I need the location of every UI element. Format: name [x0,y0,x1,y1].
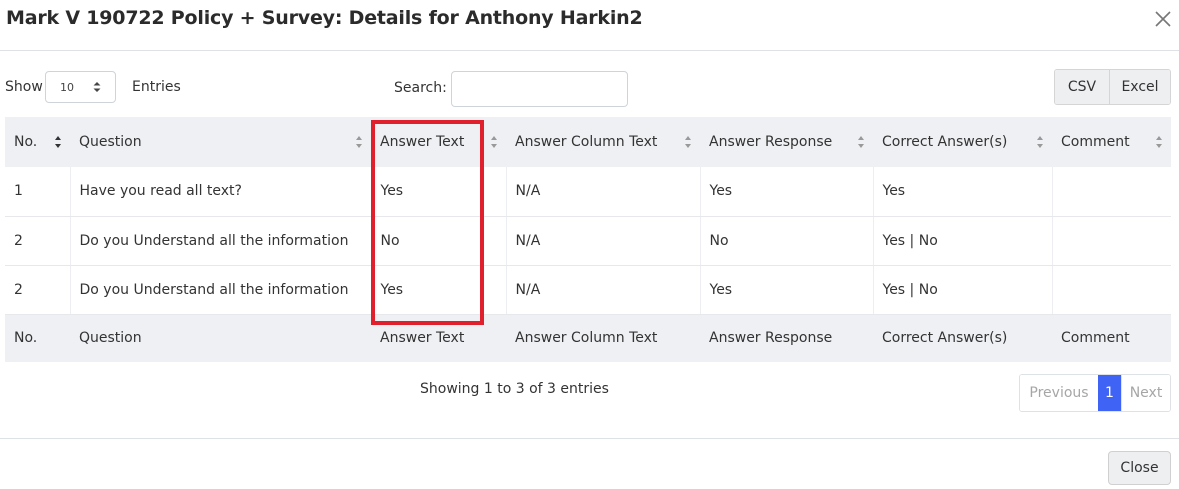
cell-answer-column-text: N/A [506,216,701,266]
table-footer-row: No. Question Answer Text Answer Column T… [5,314,1171,362]
footer-label-answer-column-text: Answer Column Text [506,314,700,362]
modal-footer-divider [0,438,1179,439]
sort-icon [491,136,497,148]
cell-no: 2 [5,265,71,315]
column-header-correct-answers[interactable]: Correct Answer(s) [873,117,1052,167]
footer-label-answer-text: Answer Text [371,314,506,362]
cell-correct-answers: Yes | No [873,216,1053,266]
table-row: 2 Do you Understand all the information … [5,265,1171,315]
sort-icon [858,136,864,148]
close-icon[interactable] [1152,8,1174,30]
cell-question: Have you read all text? [70,167,372,217]
footer-label-comment: Comment [1052,314,1171,362]
footer-label-no: No. [5,314,70,362]
table-header-row: No. Question Answer Text Answer Column T… [5,117,1171,167]
pagination: Previous 1 Next [1019,374,1171,412]
next-page-button[interactable]: Next [1121,375,1170,411]
cell-answer-response: Yes [700,265,874,315]
select-arrows-icon [93,82,101,92]
column-header-no[interactable]: No. [5,117,70,167]
modal-header: Mark V 190722 Policy + Survey: Details f… [0,0,1179,51]
sort-icon [1037,136,1043,148]
entries-select[interactable]: 10 [45,71,116,103]
cell-question: Do you Understand all the information [70,216,372,266]
page-1-button[interactable]: 1 [1098,375,1121,411]
cell-answer-column-text: N/A [506,167,701,217]
cell-answer-response: Yes [700,167,874,217]
table-info: Showing 1 to 3 of 3 entries [420,381,609,397]
sort-icon [1156,136,1162,148]
column-header-comment[interactable]: Comment [1052,117,1171,167]
table-row: 1 Have you read all text? Yes N/A Yes Ye… [5,167,1171,217]
footer-label-question: Question [70,314,371,362]
cell-correct-answers: Yes | No [873,265,1053,315]
close-button[interactable]: Close [1108,451,1171,485]
column-header-answer-text[interactable]: Answer Text [371,117,506,167]
modal-title: Mark V 190722 Policy + Survey: Details f… [6,7,643,29]
sort-icon [685,136,691,148]
footer-label-answer-response: Answer Response [700,314,873,362]
sort-icon [356,136,362,148]
details-table: No. Question Answer Text Answer Column T… [5,117,1171,362]
cell-comment [1052,167,1171,217]
cell-no: 2 [5,216,71,266]
export-button-group: CSV Excel [1054,69,1171,105]
cell-comment [1052,265,1171,315]
column-header-answer-response[interactable]: Answer Response [700,117,873,167]
cell-answer-text: Yes [371,265,507,315]
table-row: 2 Do you Understand all the information … [5,216,1171,266]
cell-answer-text: Yes [371,167,507,217]
table-controls: Show 10 Entries Search: CSV Excel [0,68,1179,108]
entries-select-value: 10 [60,81,74,94]
search-label: Search: [394,80,447,96]
excel-button[interactable]: Excel [1110,70,1170,104]
cell-answer-response: No [700,216,874,266]
footer-label-correct-answers: Correct Answer(s) [873,314,1052,362]
column-header-question[interactable]: Question [70,117,371,167]
cell-answer-column-text: N/A [506,265,701,315]
cell-comment [1052,216,1171,266]
cell-answer-text: No [371,216,507,266]
show-label: Show [5,79,43,95]
sort-icon [55,136,61,148]
cell-question: Do you Understand all the information [70,265,372,315]
column-header-answer-column-text[interactable]: Answer Column Text [506,117,700,167]
cell-correct-answers: Yes [873,167,1053,217]
cell-no: 1 [5,167,71,217]
search-input[interactable] [451,71,628,107]
entries-label: Entries [132,79,181,95]
previous-page-button[interactable]: Previous [1020,375,1098,411]
csv-button[interactable]: CSV [1055,70,1110,104]
